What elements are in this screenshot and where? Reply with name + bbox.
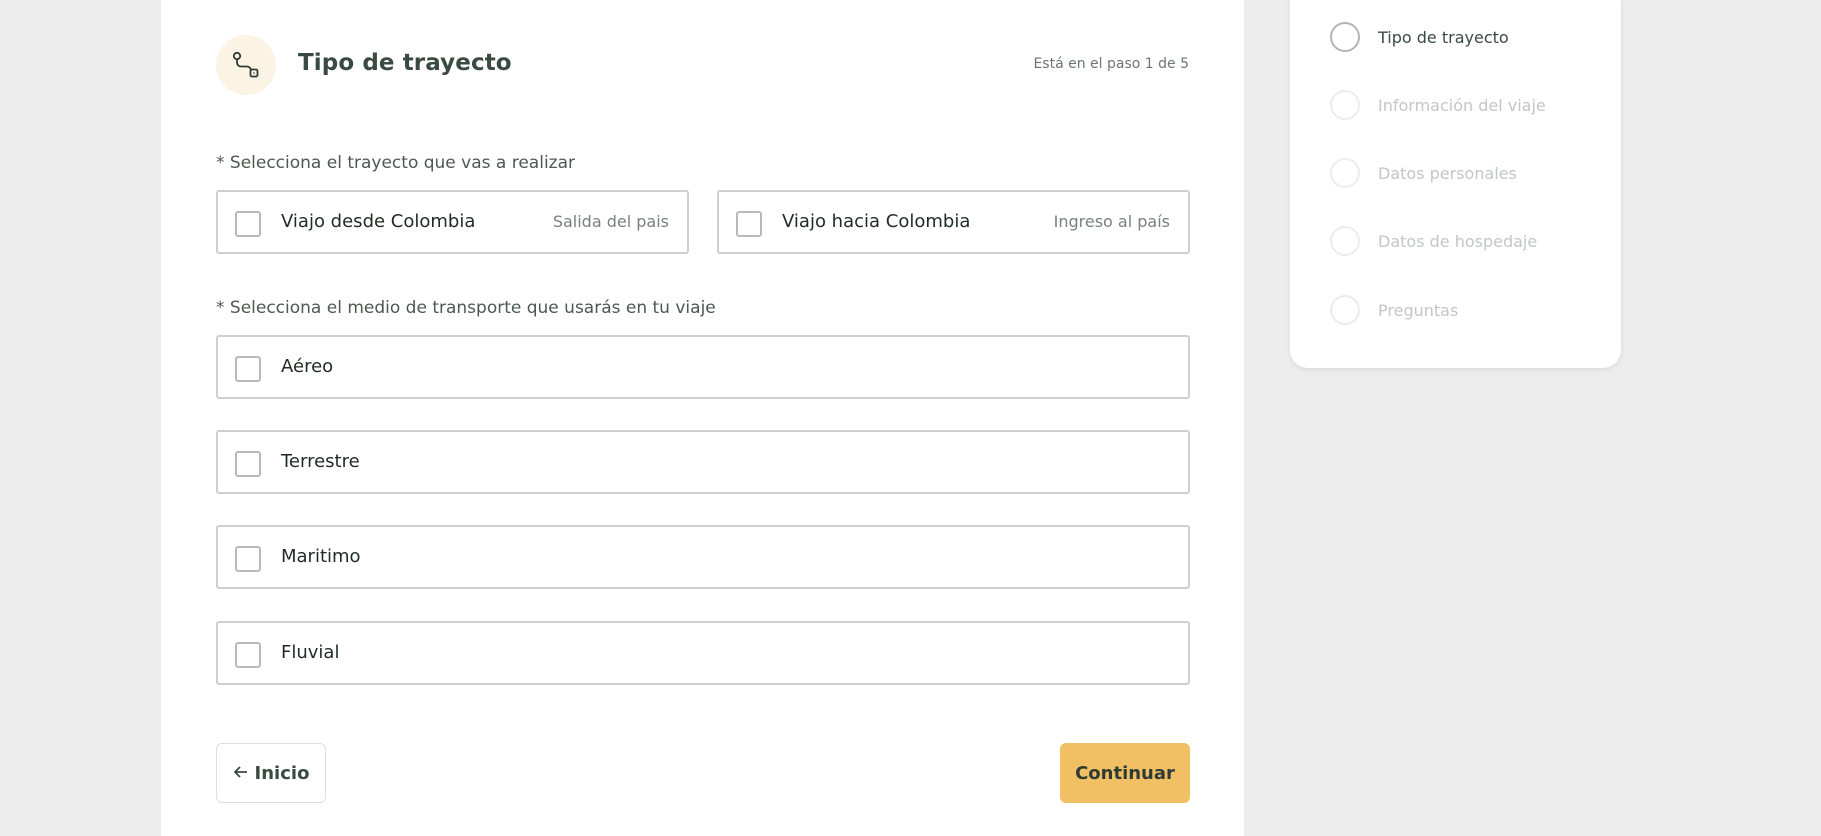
- option-viajo-hacia-colombia[interactable]: Viajo hacia Colombia Ingreso al país: [717, 190, 1190, 254]
- step-informacion-del-viaje[interactable]: Información del viaje: [1330, 89, 1546, 121]
- option-viajo-desde-colombia[interactable]: Viajo desde Colombia Salida del pais: [216, 190, 689, 254]
- step-label: Tipo de trayecto: [1378, 27, 1509, 47]
- route-section-label: * Selecciona el trayecto que vas a reali…: [216, 153, 576, 173]
- step-circle-icon: [1330, 90, 1360, 120]
- checkbox[interactable]: [235, 211, 261, 237]
- step-circle-icon: [1330, 226, 1360, 256]
- step-circle-icon: [1330, 158, 1360, 188]
- step-datos-personales[interactable]: Datos personales: [1330, 157, 1517, 189]
- option-label: Terrestre: [281, 451, 360, 472]
- step-circle-icon: [1330, 295, 1360, 325]
- option-terrestre[interactable]: Terrestre: [216, 430, 1190, 494]
- step-label: Datos personales: [1378, 163, 1517, 183]
- step-circle-icon: [1330, 22, 1360, 52]
- option-maritimo[interactable]: Maritimo: [216, 525, 1190, 589]
- option-aereo[interactable]: Aéreo: [216, 335, 1190, 399]
- step-label: Datos de hospedaje: [1378, 231, 1538, 251]
- page-title: Tipo de trayecto: [298, 50, 512, 76]
- option-hint: Ingreso al país: [1053, 212, 1170, 231]
- option-label: Viajo desde Colombia: [281, 211, 476, 232]
- checkbox[interactable]: [736, 211, 762, 237]
- checkbox[interactable]: [235, 546, 261, 572]
- option-hint: Salida del pais: [552, 212, 669, 231]
- step-tipo-de-trayecto[interactable]: Tipo de trayecto: [1330, 21, 1509, 53]
- option-label: Viajo hacia Colombia: [782, 211, 971, 232]
- continue-button[interactable]: Continuar: [1060, 743, 1190, 803]
- option-label: Maritimo: [281, 546, 361, 567]
- step-preguntas[interactable]: Preguntas: [1330, 294, 1458, 326]
- continue-button-label: Continuar: [1075, 762, 1175, 784]
- step-label: Preguntas: [1378, 300, 1459, 320]
- step-indicator: Está en el paso 1 de 5: [1033, 56, 1189, 72]
- arrow-left-icon: [233, 764, 249, 783]
- checkbox[interactable]: [235, 356, 261, 382]
- transport-section-label: * Selecciona el medio de transporte que …: [216, 298, 716, 318]
- route-icon: [216, 35, 276, 95]
- steps-panel: Tipo de trayecto Información del viaje D…: [1290, 0, 1621, 368]
- step-datos-de-hospedaje[interactable]: Datos de hospedaje: [1330, 225, 1537, 257]
- form-card: Tipo de trayecto Está en el paso 1 de 5 …: [161, 0, 1244, 836]
- checkbox[interactable]: [235, 451, 261, 477]
- option-label: Fluvial: [281, 642, 340, 663]
- option-fluvial[interactable]: Fluvial: [216, 621, 1190, 685]
- checkbox[interactable]: [235, 642, 261, 668]
- step-label: Información del viaje: [1378, 95, 1546, 115]
- option-label: Aéreo: [281, 356, 334, 377]
- back-button-label: Inicio: [254, 762, 310, 784]
- back-button[interactable]: Inicio: [216, 743, 326, 803]
